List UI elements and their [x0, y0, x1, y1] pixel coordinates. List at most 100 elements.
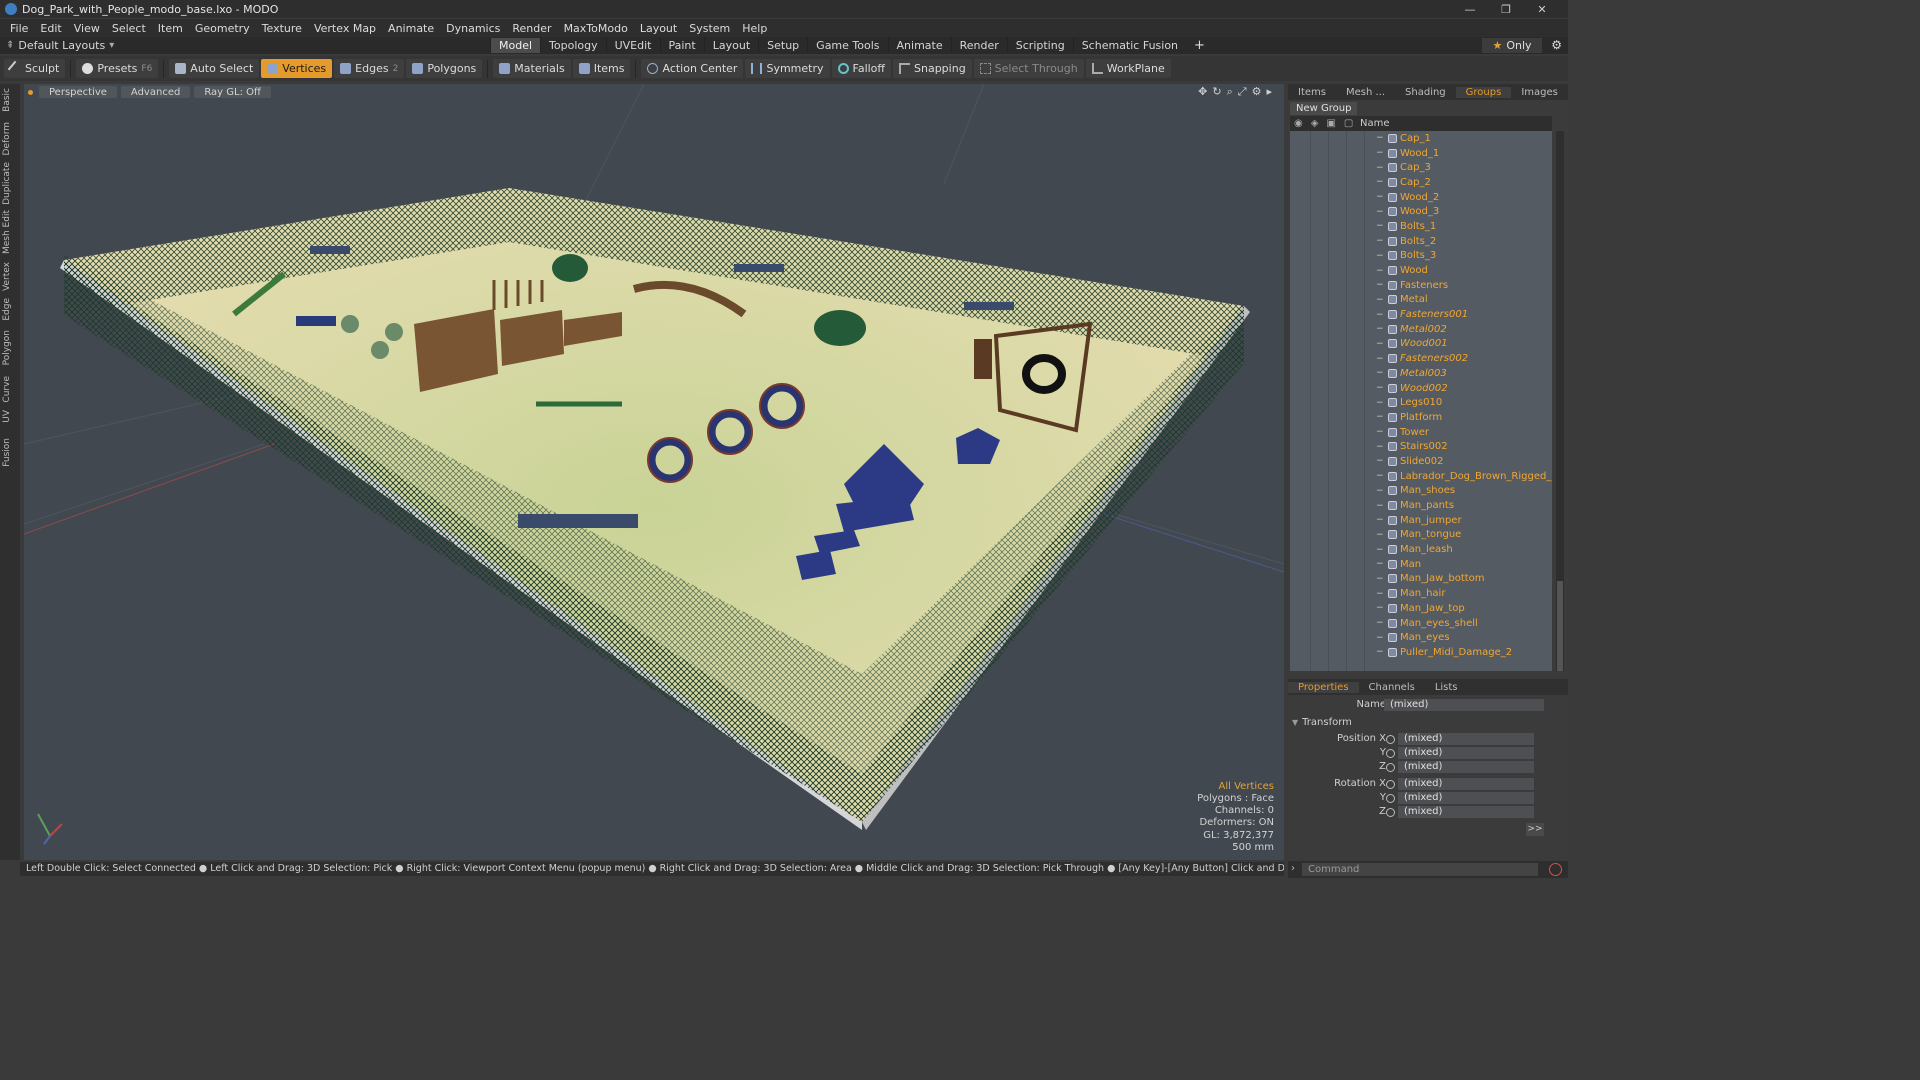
rotate-view-icon[interactable]: ↻ — [1212, 85, 1221, 99]
list-item[interactable]: − Tower — [1290, 425, 1552, 440]
snapping-button[interactable]: Snapping — [893, 59, 972, 78]
gear-icon[interactable]: ⚙ — [1551, 38, 1562, 52]
list-item[interactable]: − Fasteners001 — [1290, 307, 1552, 322]
list-item[interactable]: − Puller_Midi_Damage_2 — [1290, 645, 1552, 660]
list-item[interactable]: − Wood — [1290, 263, 1552, 278]
more-button[interactable]: >> — [1526, 823, 1544, 836]
tab-game-tools[interactable]: Game Tools — [807, 38, 887, 53]
collapse-icon[interactable]: − — [1376, 251, 1384, 261]
tab-mesh[interactable]: Mesh ... — [1336, 87, 1395, 98]
viewport-expand-icon[interactable]: ▸ — [1266, 85, 1272, 99]
stop-icon[interactable] — [1549, 863, 1562, 876]
collapse-icon[interactable]: − — [1376, 383, 1384, 393]
command-input[interactable]: Command — [1302, 863, 1538, 876]
position-z-field[interactable]: (mixed) — [1398, 761, 1534, 773]
list-item[interactable]: − Man_jumper — [1290, 513, 1552, 528]
collapse-icon[interactable]: − — [1376, 295, 1384, 305]
vtab-deform[interactable]: Deform — [2, 122, 18, 155]
list-item[interactable]: − Wood_2 — [1290, 190, 1552, 205]
collapse-icon[interactable]: − — [1376, 456, 1384, 466]
groups-scrollbar[interactable] — [1556, 131, 1564, 671]
default-layouts-dropdown[interactable]: ⇞ Default Layouts ▾ — [0, 39, 490, 52]
keyframe-ring-icon[interactable] — [1386, 735, 1395, 744]
list-item[interactable]: − Platform — [1290, 410, 1552, 425]
vertices-button[interactable]: Vertices — [261, 59, 333, 78]
list-item[interactable]: − Cap_1 — [1290, 131, 1552, 146]
list-item[interactable]: − Slide002 — [1290, 454, 1552, 469]
collapse-icon[interactable]: − — [1376, 471, 1384, 481]
collapse-icon[interactable]: − — [1376, 280, 1384, 290]
menu-layout[interactable]: Layout — [634, 22, 683, 35]
collapse-icon[interactable]: − — [1376, 266, 1384, 276]
menu-file[interactable]: File — [4, 22, 34, 35]
tab-images[interactable]: Images — [1511, 87, 1568, 98]
symmetry-button[interactable]: Symmetry — [745, 59, 830, 78]
tab-render[interactable]: Render — [950, 38, 1007, 53]
rotation-x-field[interactable]: (mixed) — [1398, 778, 1534, 790]
tab-topology[interactable]: Topology — [540, 38, 606, 53]
list-item[interactable]: − Stairs002 — [1290, 439, 1552, 454]
collapse-icon[interactable]: − — [1376, 163, 1384, 173]
keyframe-ring-icon[interactable] — [1386, 780, 1395, 789]
tab-model[interactable]: Model — [490, 38, 541, 53]
vtab-vertex[interactable]: Vertex — [2, 262, 18, 291]
polygons-button[interactable]: Polygons — [406, 59, 483, 78]
viewport-gear-icon[interactable]: ⚙ — [1252, 85, 1262, 99]
tab-layout[interactable]: Layout — [703, 38, 758, 53]
collapse-icon[interactable]: − — [1376, 148, 1384, 158]
menu-item[interactable]: Item — [152, 22, 189, 35]
edges-button[interactable]: Edges 2 — [334, 59, 405, 78]
collapse-icon[interactable]: − — [1376, 574, 1384, 584]
list-item[interactable]: − Cap_2 — [1290, 175, 1552, 190]
action-center-button[interactable]: Action Center — [641, 59, 744, 78]
list-item[interactable]: − Bolts_3 — [1290, 249, 1552, 264]
minimize-button[interactable]: — — [1452, 0, 1488, 18]
keyframe-ring-icon[interactable] — [1386, 749, 1395, 758]
new-group-button[interactable]: New Group — [1290, 101, 1358, 115]
list-item[interactable]: − Fasteners002 — [1290, 351, 1552, 366]
collapse-icon[interactable]: − — [1376, 618, 1384, 628]
presets-button[interactable]: Presets F6 — [76, 59, 159, 78]
raygl-toggle[interactable]: Ray GL: Off — [194, 86, 271, 98]
eye-icon[interactable]: ◉ — [1294, 118, 1303, 129]
collapse-icon[interactable]: − — [1376, 133, 1384, 143]
collapse-icon[interactable]: − — [1376, 398, 1384, 408]
select-icon[interactable]: ▢ — [1344, 118, 1353, 129]
tab-channels[interactable]: Channels — [1359, 682, 1425, 693]
list-item[interactable]: − Bolts_1 — [1290, 219, 1552, 234]
groups-list[interactable]: − Cap_1− Wood_1− Cap_3− Cap_2− Wood_2− Wood_3−… — [1290, 131, 1552, 671]
menu-view[interactable]: View — [68, 22, 106, 35]
list-item[interactable]: − Wood001 — [1290, 337, 1552, 352]
auto-select-button[interactable]: Auto Select — [169, 59, 260, 78]
sculpt-button[interactable]: Sculpt — [4, 59, 66, 78]
menu-system[interactable]: System — [683, 22, 736, 35]
list-item[interactable]: − Wood_1 — [1290, 146, 1552, 161]
list-item[interactable]: − Man_shoes — [1290, 484, 1552, 499]
list-item[interactable]: − Man_eyes — [1290, 630, 1552, 645]
rotation-y-field[interactable]: (mixed) — [1398, 792, 1534, 804]
list-item[interactable]: − Metal003 — [1290, 366, 1552, 381]
collapse-icon[interactable]: − — [1376, 368, 1384, 378]
keyframe-ring-icon[interactable] — [1386, 808, 1395, 817]
collapse-icon[interactable]: − — [1376, 427, 1384, 437]
tab-groups[interactable]: Groups — [1455, 86, 1512, 98]
list-item[interactable]: − Wood_3 — [1290, 204, 1552, 219]
collapse-icon[interactable]: − — [1376, 221, 1384, 231]
zoom-view-icon[interactable]: ⌕ — [1227, 85, 1233, 99]
falloff-button[interactable]: Falloff — [831, 59, 891, 78]
vtab-fusion[interactable]: Fusion — [2, 438, 18, 467]
collapse-icon[interactable]: − — [1376, 442, 1384, 452]
collapse-icon[interactable]: − — [1376, 559, 1384, 569]
vtab-duplicate[interactable]: Duplicate — [2, 162, 18, 205]
menu-help[interactable]: Help — [736, 22, 773, 35]
vtab-polygon[interactable]: Polygon — [2, 330, 18, 365]
layout-toggle-icon[interactable]: ⇞ — [6, 40, 14, 51]
menu-texture[interactable]: Texture — [256, 22, 308, 35]
collapse-triangle-icon[interactable]: ▼ — [1292, 718, 1298, 727]
lock-icon[interactable]: ▣ — [1326, 118, 1335, 129]
position-x-field[interactable]: (mixed) — [1398, 733, 1534, 745]
select-through-button[interactable]: Select Through — [973, 59, 1084, 78]
list-item[interactable]: − Man_hair — [1290, 586, 1552, 601]
name-column-header[interactable]: Name — [1360, 118, 1390, 129]
tab-schematic-fusion[interactable]: Schematic Fusion — [1072, 38, 1186, 53]
